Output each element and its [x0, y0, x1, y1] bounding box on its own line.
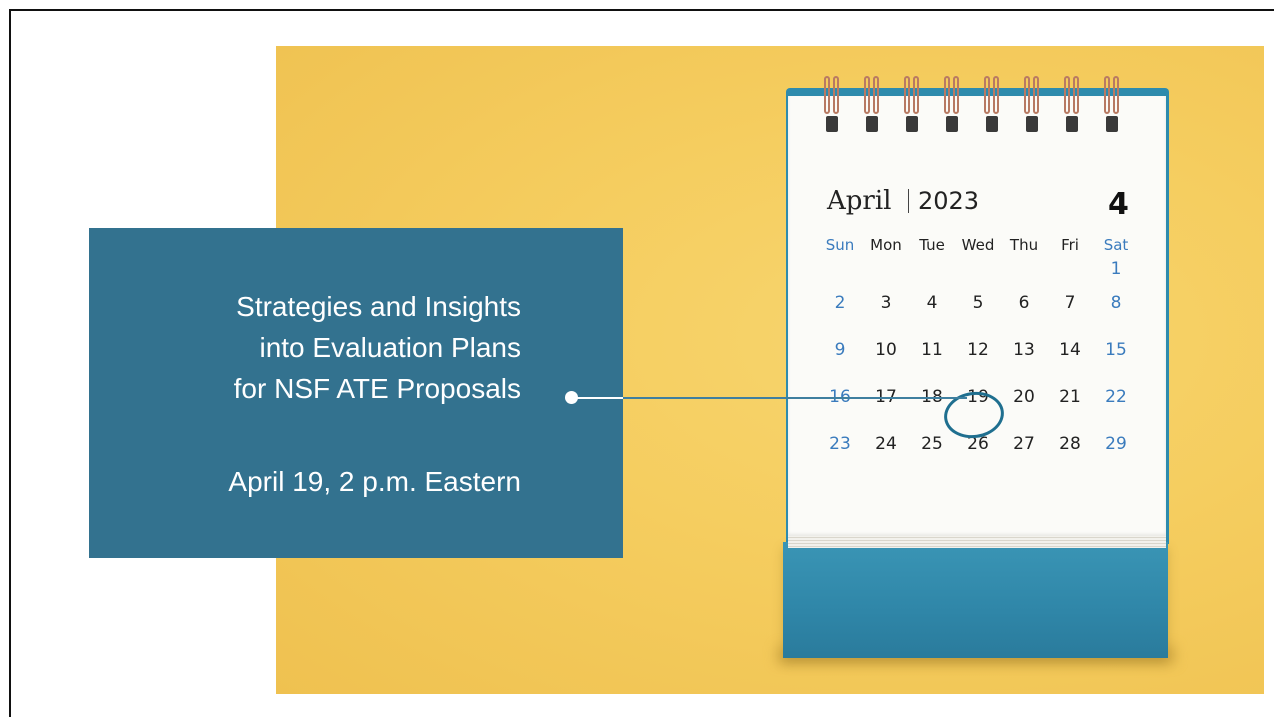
- calendar-day: 14: [1059, 339, 1081, 360]
- calendar-day: 8: [1110, 292, 1122, 313]
- spiral-ring: [1024, 76, 1040, 136]
- calendar-week-row: 1: [817, 259, 1152, 279]
- calendar-day: 6: [1018, 292, 1030, 313]
- calendar-weekday: Sun: [825, 236, 855, 254]
- calendar-day: 22: [1105, 386, 1127, 407]
- calendar-weekday: Wed: [961, 236, 995, 254]
- calendar-day: 1: [1110, 259, 1122, 279]
- calendar-day: 3: [880, 292, 892, 313]
- calendar-day: 12: [967, 339, 989, 360]
- calendar-day: 20: [1013, 386, 1035, 407]
- calendar-day: 24: [875, 433, 897, 454]
- calendar-week-row: 9 10 11 12 13 14 15: [817, 326, 1152, 373]
- calendar-day: 21: [1059, 386, 1081, 407]
- calendar-day: 29: [1105, 433, 1127, 454]
- event-title-line: into Evaluation Plans: [259, 332, 521, 363]
- calendar-weekday: Fri: [1061, 236, 1079, 254]
- calendar-day: 28: [1059, 433, 1081, 454]
- calendar-day: 23: [829, 433, 851, 454]
- spiral-ring: [1064, 76, 1080, 136]
- calendar-day: 4: [926, 292, 938, 313]
- calendar-day: 5: [972, 292, 984, 313]
- event-title: Strategies and Insights into Evaluation …: [234, 286, 521, 409]
- spiral-ring: [984, 76, 1000, 136]
- calendar-month: April: [827, 186, 892, 216]
- spiral-ring: [944, 76, 960, 136]
- event-date-time: April 19, 2 p.m. Eastern: [228, 466, 521, 497]
- spiral-ring: [864, 76, 880, 136]
- spiral-ring: [904, 76, 920, 136]
- event-title-line: for NSF ATE Proposals: [233, 373, 521, 404]
- calendar-weekday-row: Sun Mon Tue Wed Thu Fri Sat: [817, 231, 1152, 259]
- spiral-ring: [824, 76, 840, 136]
- calendar-separator: [908, 189, 909, 213]
- event-info-box: Strategies and Insights into Evaluation …: [89, 228, 623, 558]
- calendar-stand: [783, 542, 1168, 658]
- calendar-weekday: Sat: [1103, 236, 1129, 254]
- connector-dot: [565, 391, 578, 404]
- connector-line-inner: [575, 397, 623, 399]
- event-title-line: Strategies and Insights: [236, 291, 521, 322]
- calendar-day: 2: [834, 292, 846, 313]
- calendar-day: 7: [1064, 292, 1076, 313]
- calendar-day: 10: [875, 339, 897, 360]
- calendar-weekday: Mon: [870, 236, 902, 254]
- calendar-week-row: 2 3 4 5 6 7 8: [817, 279, 1152, 326]
- calendar-year: 2023: [918, 187, 980, 215]
- calendar-weekday: Thu: [1009, 236, 1039, 254]
- calendar-day: 25: [921, 433, 943, 454]
- calendar-weekday: Tue: [919, 236, 945, 254]
- spiral-ring: [1104, 76, 1120, 136]
- calendar-day: 27: [1013, 433, 1035, 454]
- calendar-day: 13: [1013, 339, 1035, 360]
- connector-line: [623, 397, 967, 399]
- calendar-month-number: 4: [1108, 187, 1129, 222]
- calendar-day: 15: [1105, 339, 1127, 360]
- calendar-day: 11: [921, 339, 943, 360]
- calendar-day: 9: [834, 339, 846, 360]
